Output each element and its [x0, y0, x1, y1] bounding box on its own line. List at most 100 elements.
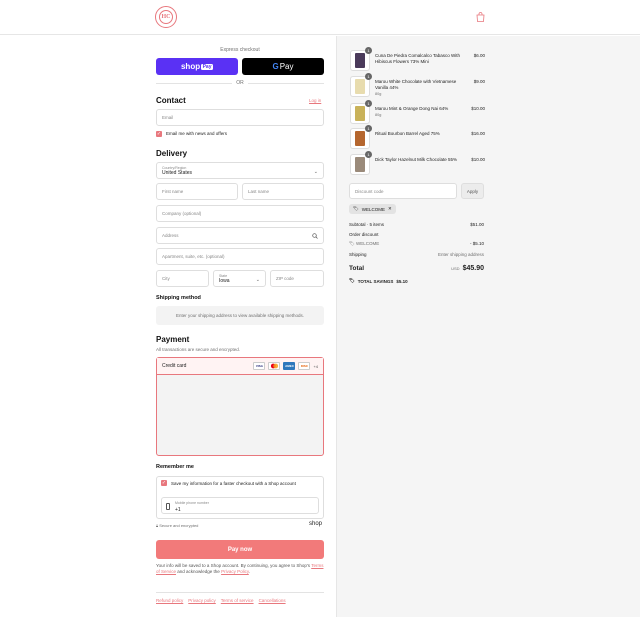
total-row: Total USD $45.90	[349, 265, 484, 272]
company-field[interactable]: Company (optional)	[156, 205, 324, 222]
more-cards-count: +4	[313, 363, 318, 369]
logo-mark: HC	[159, 10, 173, 24]
state-select[interactable]: State Iowa ⌄	[213, 270, 266, 287]
shipping-label: Shipping	[349, 252, 367, 257]
save-info-checkbox[interactable]: ✓	[161, 480, 167, 486]
shop-pay-wordmark: shop	[180, 62, 201, 71]
news-checkbox-label: Email me with news and offers	[166, 131, 227, 136]
google-pay-button[interactable]: G Pay	[242, 58, 324, 75]
privacy-policy-footer-link[interactable]: Privacy policy	[188, 598, 216, 603]
pay-now-button[interactable]: Pay now	[156, 540, 324, 559]
shopping-bag-icon[interactable]	[476, 12, 485, 22]
cancellations-link[interactable]: Cancellations	[259, 598, 286, 603]
contact-heading: Contact	[156, 96, 186, 105]
login-link[interactable]: Log in	[309, 98, 321, 103]
lock-icon: 🔒︎	[156, 523, 159, 528]
apply-discount-button[interactable]: Apply	[461, 183, 484, 199]
terms-text-1: Your info will be saved to a Shop accoun…	[156, 563, 311, 568]
product-image	[355, 53, 365, 68]
cart-item: 1 Cuna De Piedra Comalcalco Tabasco With…	[350, 47, 485, 72]
shipping-row: Shipping Enter shipping address	[349, 252, 484, 257]
remove-discount-icon[interactable]: ✕	[388, 206, 392, 212]
product-name: Cuna De Piedra Comalcalco Tabasco With H…	[375, 53, 460, 64]
footer-divider	[156, 592, 324, 593]
cart-item: 1 Marou Mint & Orange Dong Nai 64% 80g $…	[350, 100, 485, 125]
discount-code-field[interactable]: Discount code	[349, 183, 457, 199]
shipping-method-heading: Shipping method	[156, 295, 201, 301]
save-info-label: Save my information for a faster checkou…	[171, 481, 296, 486]
secure-label: Secure and encrypted	[159, 523, 199, 528]
header: HC	[0, 0, 640, 35]
quantity-badge: 1	[365, 100, 372, 107]
product-name: Marou White Chocolate with Vietnamese Va…	[375, 79, 457, 90]
order-discount-row: Order discount	[349, 232, 484, 237]
product-image	[355, 106, 365, 121]
apartment-field[interactable]: Apartment, suite, etc. (optional)	[156, 248, 324, 265]
product-name: Dick Taylor Hazelnut Milk Chocolate 55%	[375, 157, 457, 162]
subtotal-label: Subtotal · 5 items	[349, 222, 385, 227]
currency-code: USD	[451, 266, 460, 271]
country-select[interactable]: Country/Region United States ⌄	[156, 162, 324, 179]
email-field[interactable]: Email	[156, 109, 324, 126]
product-image	[355, 157, 365, 172]
address-field[interactable]: Address	[156, 227, 324, 244]
payment-heading: Payment	[156, 335, 190, 344]
mastercard-icon	[268, 362, 281, 370]
remember-me-heading: Remember me	[156, 464, 194, 470]
product-name-block: Marou Mint & Orange Dong Nai 64% 80g	[375, 106, 467, 118]
privacy-policy-link[interactable]: Privacy Policy	[221, 569, 249, 574]
quantity-badge: 1	[365, 125, 372, 132]
cart-item: 1 Ritual Bourbon Barrel Aged 75% $16.00	[350, 125, 485, 150]
city-field[interactable]: City	[156, 270, 209, 287]
express-checkout-label: Express checkout	[220, 47, 260, 53]
product-name: Ritual Bourbon Barrel Aged 75%	[375, 131, 440, 136]
or-label: OR	[232, 80, 248, 86]
state-value: Iowa	[219, 277, 230, 284]
cart-item: 1 Marou White Chocolate with Vietnamese …	[350, 73, 485, 98]
discount-code: WELCOME	[355, 241, 380, 246]
shop-pay-badge: Pay	[201, 63, 213, 70]
product-image	[355, 79, 365, 94]
terms-of-service-footer-link[interactable]: Terms of service	[221, 598, 254, 603]
store-logo[interactable]: HC	[155, 6, 177, 28]
first-name-field[interactable]: First name	[156, 183, 238, 200]
credit-card-option[interactable]: Credit card VISA AMEX DISC +4	[157, 358, 323, 375]
refund-policy-link[interactable]: Refund policy	[156, 598, 183, 603]
secure-note: 🔒︎ Secure and encrypted	[156, 523, 198, 528]
shop-pay-button[interactable]: shop Pay	[156, 58, 238, 75]
discount-value: - $5.10	[469, 241, 484, 246]
zip-field[interactable]: ZIP code	[270, 270, 324, 287]
quantity-badge: 1	[365, 151, 372, 158]
footer-links: Refund policy Privacy policy Terms of se…	[156, 598, 286, 603]
google-pay-label: Pay	[279, 62, 294, 71]
payment-subtitle: All transactions are secure and encrypte…	[156, 347, 241, 352]
product-image	[355, 131, 365, 146]
shipping-value: Enter shipping address	[437, 252, 484, 257]
subtotal-value: $51.00	[470, 222, 484, 227]
search-icon	[312, 233, 318, 239]
news-checkbox[interactable]: ✓	[156, 131, 162, 137]
product-price: $9.00	[473, 79, 485, 84]
tag-icon: 🏷︎	[353, 206, 359, 211]
credit-card-panel: Credit card VISA AMEX DISC +4	[156, 357, 324, 456]
tag-icon: 🏷︎	[349, 278, 355, 283]
address-placeholder: Address	[162, 233, 179, 238]
subtotal-row: Subtotal · 5 items $51.00	[349, 222, 484, 227]
last-name-field[interactable]: Last name	[242, 183, 324, 200]
product-price: $16.00	[471, 131, 485, 136]
quantity-badge: 1	[365, 47, 372, 54]
total-savings-value: $5.10	[396, 278, 408, 284]
phone-field[interactable]: Mobile phone number +1	[161, 497, 319, 514]
total-label: Total	[349, 265, 365, 272]
discount-code-label: 🏷︎ WELCOME	[349, 241, 379, 247]
country-value: United States	[162, 169, 193, 176]
product-name-block: Marou White Chocolate with Vietnamese Va…	[375, 79, 467, 97]
tag-icon: 🏷︎	[349, 241, 355, 246]
terms-text-2: and acknowledge the	[177, 569, 220, 574]
amex-icon: AMEX	[283, 362, 296, 370]
order-discount-label: Order discount	[349, 232, 379, 237]
product-price: $10.00	[471, 106, 485, 111]
product-variant: 80g	[375, 113, 382, 117]
chevron-down-icon: ⌄	[313, 169, 318, 175]
phone-value: +1	[175, 507, 181, 513]
